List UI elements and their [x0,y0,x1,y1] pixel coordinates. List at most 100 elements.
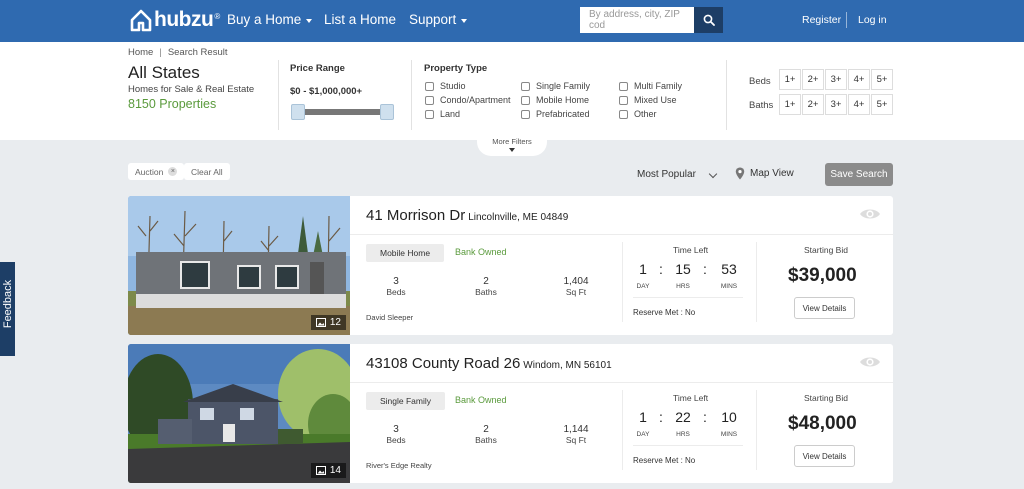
minutes-unit: MINS [720,283,738,290]
beds-unit: Beds [386,287,406,297]
beds-value: 3 [393,424,399,435]
page-title: All States [128,63,200,82]
countdown-minutes: 53 [721,261,737,277]
countdown-colon: : [659,409,663,425]
login-link[interactable]: Log in [858,14,887,26]
filter-chip-auction[interactable]: Auction × [128,163,185,180]
checkbox-prefabricated[interactable]: Prefabricated [521,109,590,119]
beds-label: Beds [749,76,771,87]
baths-option-2[interactable]: 2+ [802,94,824,115]
beds-unit: Beds [386,435,406,445]
breadcrumb: Home | Search Result [128,47,227,58]
feedback-label: Feedback [2,279,14,329]
search-icon [703,14,715,26]
image-icon [315,466,326,475]
listing-card[interactable]: 12 41 Morrison Dr Lincolnville, ME 04849 … [128,196,893,335]
checkbox-label: Single Family [536,81,591,91]
search-input[interactable]: By address, city, ZIP cod [580,7,694,33]
baths-stat: 2 Baths [456,276,516,297]
logo-text: hubzu [154,8,214,31]
close-icon[interactable]: × [168,167,178,176]
beds-option-1[interactable]: 1+ [779,69,801,90]
beds-option-3[interactable]: 3+ [825,69,847,90]
baths-unit: Baths [475,435,497,445]
reserve-status: Reserve Met : No [633,308,696,317]
price-slider-max-handle[interactable] [380,104,394,120]
checkbox-condo-apartment[interactable]: Condo/Apartment [425,95,511,105]
baths-option-1[interactable]: 1+ [779,94,801,115]
property-type-tag: Single Family [366,392,446,410]
card-divider [622,390,623,470]
filter-divider [411,60,412,130]
checkbox-multi-family[interactable]: Multi Family [619,81,682,91]
view-details-button[interactable]: View Details [794,445,855,467]
city-state-zip: Lincolnville, ME 04849 [468,212,569,223]
sqft-value: 1,144 [563,424,589,435]
beds-option-2[interactable]: 2+ [802,69,824,90]
sqft-stat: 1,404 Sq Ft [546,276,606,297]
listing-status: Bank Owned [455,247,507,257]
checkbox-label: Multi Family [634,81,683,91]
beds-option-5[interactable]: 5+ [871,69,893,90]
nav-list-a-home[interactable]: List a Home [324,12,396,27]
chevron-down-icon[interactable] [708,169,718,179]
checkbox-icon [619,109,628,119]
baths-option-4[interactable]: 4+ [848,94,870,115]
listing-photo[interactable]: 12 [128,196,350,335]
checkbox-icon [521,81,530,91]
nav-buy-a-home-label: Buy a Home [227,12,302,27]
hubzu-logo[interactable]: hubzu ® [130,6,220,34]
filter-divider [278,60,279,130]
countdown-hours: 15 [675,261,691,277]
listing-address[interactable]: 43108 County Road 26 Windom, MN 56101 [366,355,612,372]
checkbox-single-family[interactable]: Single Family [521,81,590,91]
clear-all-button[interactable]: Clear All [184,163,230,180]
listing-photo[interactable]: 14 [128,344,350,483]
listing-address[interactable]: 41 Morrison Dr Lincolnville, ME 04849 [366,207,568,224]
beds-option-4[interactable]: 4+ [848,69,870,90]
baths-option-3[interactable]: 3+ [825,94,847,115]
listing-card[interactable]: 14 43108 County Road 26 Windom, MN 56101 … [128,344,893,483]
view-details-button[interactable]: View Details [794,297,855,319]
checkbox-studio[interactable]: Studio [425,81,466,91]
checkbox-icon [425,109,434,119]
checkbox-icon [521,109,530,119]
checkbox-other[interactable]: Other [619,109,657,119]
baths-label: Baths [749,100,774,111]
register-link[interactable]: Register [802,14,841,26]
price-slider-track[interactable] [297,109,387,115]
checkbox-label: Mobile Home [536,95,590,105]
property-count: 8150 Properties [128,97,217,111]
eye-icon[interactable] [859,207,881,221]
nav-support[interactable]: Support [409,12,468,27]
eye-icon[interactable] [859,355,881,369]
more-filters-toggle[interactable]: More Filters [477,132,547,156]
breadcrumb-home[interactable]: Home [128,47,153,58]
reserve-status: Reserve Met : No [633,456,696,465]
checkbox-land[interactable]: Land [425,109,460,119]
checkbox-icon [521,95,530,105]
beds-value: 3 [393,276,399,287]
price-slider-min-handle[interactable] [291,104,305,120]
baths-option-5[interactable]: 5+ [871,94,893,115]
checkbox-label: Other [634,109,657,119]
countdown-colon: : [703,261,707,277]
checkbox-label: Land [440,109,461,119]
card-divider [350,382,893,383]
sort-dropdown[interactable]: Most Popular [637,169,696,180]
checkbox-mixed-use[interactable]: Mixed Use [619,95,677,105]
checkbox-mobile-home[interactable]: Mobile Home [521,95,589,105]
photo-count: 12 [329,317,341,328]
save-search-button[interactable]: Save Search [825,163,893,186]
nav-buy-a-home[interactable]: Buy a Home [227,12,313,27]
sqft-unit: Sq Ft [565,287,587,297]
filter-chip-label: Auction [135,166,164,177]
baths-value: 2 [483,424,489,435]
beds-stat: 3 Beds [366,424,426,445]
countdown-minutes: 10 [721,409,737,425]
days-unit: DAY [636,283,650,290]
search-button[interactable] [694,7,723,33]
street-address: 43108 County Road 26 [366,355,521,372]
map-view-button[interactable]: Map View [735,167,794,180]
feedback-tab[interactable]: Feedback [0,262,15,356]
